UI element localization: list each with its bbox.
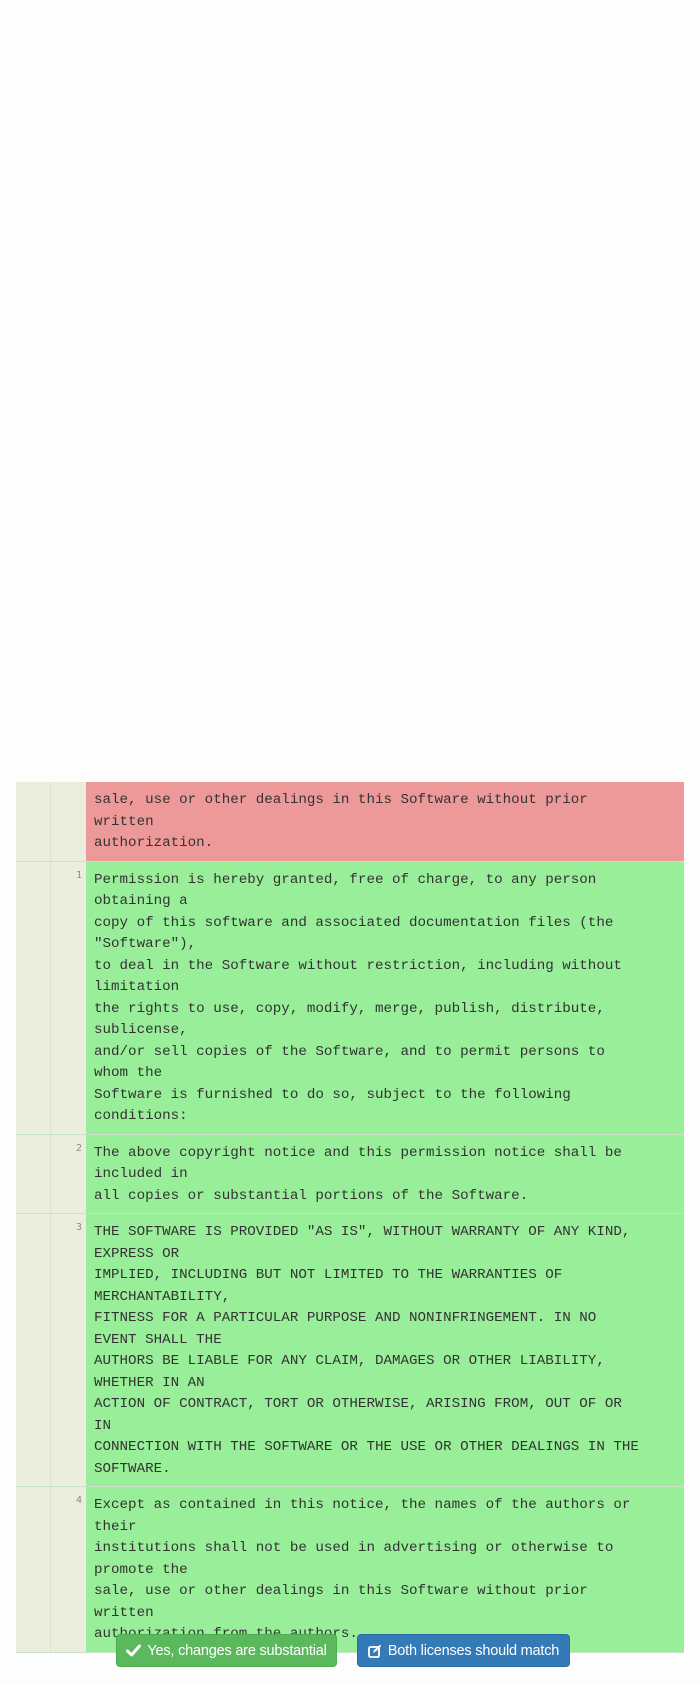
diff-row-added: 1 Permission is hereby granted, free of … xyxy=(16,861,684,1135)
diff-gutter-old xyxy=(16,1487,51,1652)
diff-table: sale, use or other dealings in this Soft… xyxy=(16,782,684,1653)
diff-line-number: 3 xyxy=(51,1214,86,1486)
diff-line-number xyxy=(51,782,86,861)
diff-line-text: Permission is hereby granted, free of ch… xyxy=(86,861,684,1134)
diff-gutter-old xyxy=(16,782,51,861)
licenses-match-button[interactable]: Both licenses should match xyxy=(357,1634,570,1667)
diff-row-removed: sale, use or other dealings in this Soft… xyxy=(16,782,684,862)
changes-substantial-label: Yes, changes are substantial xyxy=(147,1642,327,1659)
diff-line-number: 1 xyxy=(51,861,86,1134)
edit-icon xyxy=(367,1644,382,1658)
diff-row-added: 3 THE SOFTWARE IS PROVIDED "AS IS", WITH… xyxy=(16,1214,684,1487)
diff-gutter-old xyxy=(16,1134,51,1213)
check-icon xyxy=(126,1644,142,1657)
action-buttons: Yes, changes are substantial Both licens… xyxy=(0,1634,700,1668)
licenses-match-label: Both licenses should match xyxy=(387,1642,560,1659)
diff-gutter-old xyxy=(16,1214,51,1486)
diff-line-text: THE SOFTWARE IS PROVIDED "AS IS", WITHOU… xyxy=(86,1214,684,1486)
diff-row-added: 4 Except as contained in this notice, th… xyxy=(16,1487,684,1653)
diff-gutter-old xyxy=(16,861,51,1134)
diff-line-number: 2 xyxy=(51,1134,86,1213)
diff-line-number: 4 xyxy=(51,1487,86,1652)
diff-line-text: sale, use or other dealings in this Soft… xyxy=(86,782,684,861)
changes-substantial-button[interactable]: Yes, changes are substantial xyxy=(116,1634,337,1667)
diff-row-added: 2 The above copyright notice and this pe… xyxy=(16,1134,684,1214)
diff-line-text: The above copyright notice and this perm… xyxy=(86,1134,684,1213)
diff-line-text: Except as contained in this notice, the … xyxy=(86,1487,684,1652)
